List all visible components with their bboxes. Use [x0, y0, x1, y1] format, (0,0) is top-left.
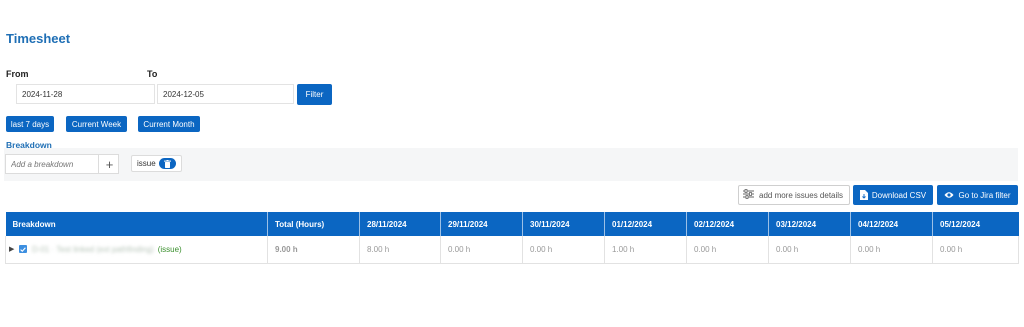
to-label: To — [147, 69, 158, 79]
issue-name[interactable]: D-01 · Test linked (ext pathfinding) — [32, 245, 154, 254]
column-header-date[interactable]: 01/12/2024 — [604, 212, 687, 236]
go-to-jira-filter-button[interactable]: Go to Jira filter — [937, 185, 1018, 205]
column-header-breakdown[interactable]: Breakdown — [5, 212, 268, 236]
day-hours-cell: 0.00 h — [522, 236, 605, 264]
issue-type-tag: (issue) — [157, 244, 182, 254]
download-csv-button[interactable]: Download CSV — [853, 185, 933, 205]
from-label: From — [6, 69, 29, 79]
download-csv-label: Download CSV — [871, 190, 927, 200]
checkbox[interactable] — [19, 245, 27, 254]
file-download-icon — [859, 190, 868, 200]
table-header-row: Breakdown Total (Hours) 28/11/2024 29/11… — [5, 212, 1019, 236]
to-date-input[interactable] — [157, 84, 294, 104]
from-date-input[interactable] — [16, 84, 155, 104]
sliders-icon — [743, 189, 754, 201]
day-hours-cell: 0.00 h — [850, 236, 933, 264]
add-breakdown-button[interactable]: + — [100, 155, 119, 173]
column-header-date[interactable]: 04/12/2024 — [850, 212, 933, 236]
add-more-issues-details-button[interactable]: add more issues details — [738, 185, 850, 205]
column-header-date[interactable]: 30/11/2024 — [522, 212, 605, 236]
day-hours-cell: 0.00 h — [932, 236, 1019, 264]
filter-button[interactable]: Filter — [297, 84, 332, 105]
timesheet-table: Breakdown Total (Hours) 28/11/2024 29/11… — [5, 212, 1019, 264]
day-hours-cell: 0.00 h — [768, 236, 851, 264]
breakdown-input[interactable] — [6, 155, 99, 173]
day-hours-cell: 0.00 h — [440, 236, 523, 264]
breakdown-chip-issue: issue — [131, 155, 182, 172]
current-week-button[interactable]: Current Week — [66, 116, 127, 132]
check-icon — [20, 247, 26, 252]
column-header-date[interactable]: 03/12/2024 — [768, 212, 851, 236]
breakdown-chip-label: issue — [137, 159, 156, 168]
go-to-jira-filter-label: Go to Jira filter — [958, 190, 1011, 200]
breakdown-cell: ▶ D-01 · Test linked (ext pathfinding) (… — [5, 236, 268, 264]
last-7-days-button[interactable]: last 7 days — [6, 116, 54, 132]
total-hours-cell: 9.00 h — [267, 236, 360, 264]
day-hours-cell: 8.00 h — [359, 236, 441, 264]
column-header-date[interactable]: 02/12/2024 — [686, 212, 769, 236]
add-more-issues-details-label: add more issues details — [759, 190, 844, 200]
day-hours-cell: 1.00 h — [604, 236, 687, 264]
column-header-date[interactable]: 29/11/2024 — [440, 212, 523, 236]
expand-triangle-icon[interactable]: ▶ — [9, 245, 18, 253]
breakdown-input-group: + — [5, 154, 119, 174]
column-header-date[interactable]: 28/11/2024 — [359, 212, 441, 236]
day-hours-cell: 0.00 h — [686, 236, 769, 264]
column-header-date[interactable]: 05/12/2024 — [932, 212, 1019, 236]
eye-icon — [944, 192, 954, 198]
page-title: Timesheet — [6, 31, 71, 46]
column-header-total[interactable]: Total (Hours) — [267, 212, 360, 236]
table-row[interactable]: ▶ D-01 · Test linked (ext pathfinding) (… — [5, 236, 1019, 264]
trash-icon[interactable] — [158, 158, 176, 169]
current-month-button[interactable]: Current Month — [138, 116, 200, 132]
